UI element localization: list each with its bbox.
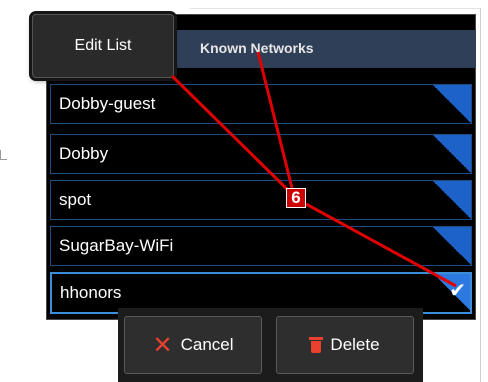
callout-number-badge: 6 xyxy=(286,188,306,208)
callout-line-checkmark xyxy=(305,202,457,288)
callout-lines xyxy=(170,51,457,288)
callout-line-edit-list xyxy=(170,74,290,192)
